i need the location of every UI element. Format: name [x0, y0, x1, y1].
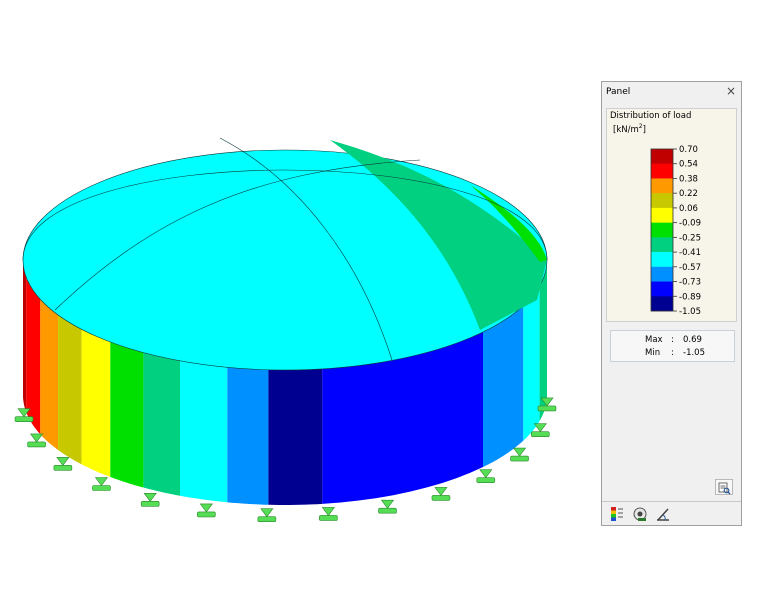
extremes-box: Max : 0.69 Min : -1.05 — [610, 330, 735, 362]
min-row: Min : -1.05 — [611, 348, 734, 360]
min-value: -1.05 — [683, 348, 705, 358]
table-settings-icon[interactable] — [715, 479, 733, 495]
legend-color-band — [651, 266, 673, 282]
panel-title: Panel — [606, 87, 631, 97]
support-icon — [257, 508, 277, 523]
wall-band — [268, 368, 323, 505]
close-icon[interactable]: × — [726, 84, 736, 98]
wall-band — [58, 315, 82, 465]
support-icon — [53, 457, 73, 471]
max-value: 0.69 — [683, 335, 702, 345]
legend-value-label: -1.05 — [679, 307, 701, 317]
legend-color-band — [651, 296, 673, 312]
panel-tab-bar — [602, 501, 741, 525]
wall-band — [143, 352, 180, 496]
wall-band — [180, 360, 228, 503]
legend-color-band — [651, 193, 673, 209]
support-icon — [92, 477, 111, 491]
legend-color-band — [651, 207, 673, 223]
support-icon — [197, 503, 216, 518]
legend-value-label: 0.38 — [679, 174, 698, 184]
legend-value-label: 0.22 — [679, 189, 698, 199]
legend-value-label: 0.70 — [679, 145, 698, 155]
wall-band — [227, 367, 269, 505]
support-icon — [476, 469, 496, 483]
support-icon — [319, 507, 338, 521]
wall-band — [81, 329, 111, 477]
legend-color-band — [651, 163, 673, 179]
legend-value-label: -0.25 — [679, 233, 701, 243]
wall-band — [483, 305, 524, 467]
legend-value-label: -0.89 — [679, 292, 701, 302]
color-scale: 0.70 0.54 0.38 0.22 0.06 -0.09 -0.25 -0.41 -0.57… — [650, 145, 701, 317]
legend-value-label: -0.09 — [679, 219, 701, 229]
wall-band — [23, 260, 27, 413]
wall-band — [523, 285, 540, 441]
support-icon — [378, 499, 397, 514]
min-label: Min — [645, 348, 661, 358]
support-icon — [431, 487, 451, 501]
legend-value-label: -0.41 — [679, 248, 701, 258]
legend-color-band — [651, 281, 673, 297]
legend-color-band — [651, 178, 673, 194]
color-scale-icon[interactable] — [609, 506, 625, 522]
min-separator: : — [671, 348, 674, 358]
legend-color-band — [651, 252, 673, 268]
measure-icon[interactable] — [655, 506, 671, 522]
model-viewport[interactable] — [0, 0, 590, 610]
max-label: Max — [645, 335, 663, 345]
wall-band — [110, 342, 144, 488]
legend-value-label: 0.06 — [679, 204, 698, 214]
results-panel: Panel × Distribution of load [kN/m2] 0.7… — [601, 81, 742, 526]
support-icon — [140, 493, 160, 507]
legend-value-label: 0.54 — [679, 160, 698, 170]
support-icon — [510, 447, 529, 462]
legend-color-band — [651, 149, 673, 165]
legend-color-band — [651, 222, 673, 238]
color-legend: Distribution of load [kN/m2] 0.70 0.54 0.3… — [606, 108, 737, 322]
legend-color-band — [651, 237, 673, 253]
view-display-icon[interactable] — [632, 506, 648, 522]
max-row: Max : 0.69 — [611, 335, 734, 347]
max-separator: : — [671, 335, 674, 345]
tank-roof — [22, 137, 548, 371]
legend-value-label: -0.57 — [679, 263, 701, 273]
wall-band — [40, 299, 59, 450]
legend-value-label: -0.73 — [679, 278, 701, 288]
